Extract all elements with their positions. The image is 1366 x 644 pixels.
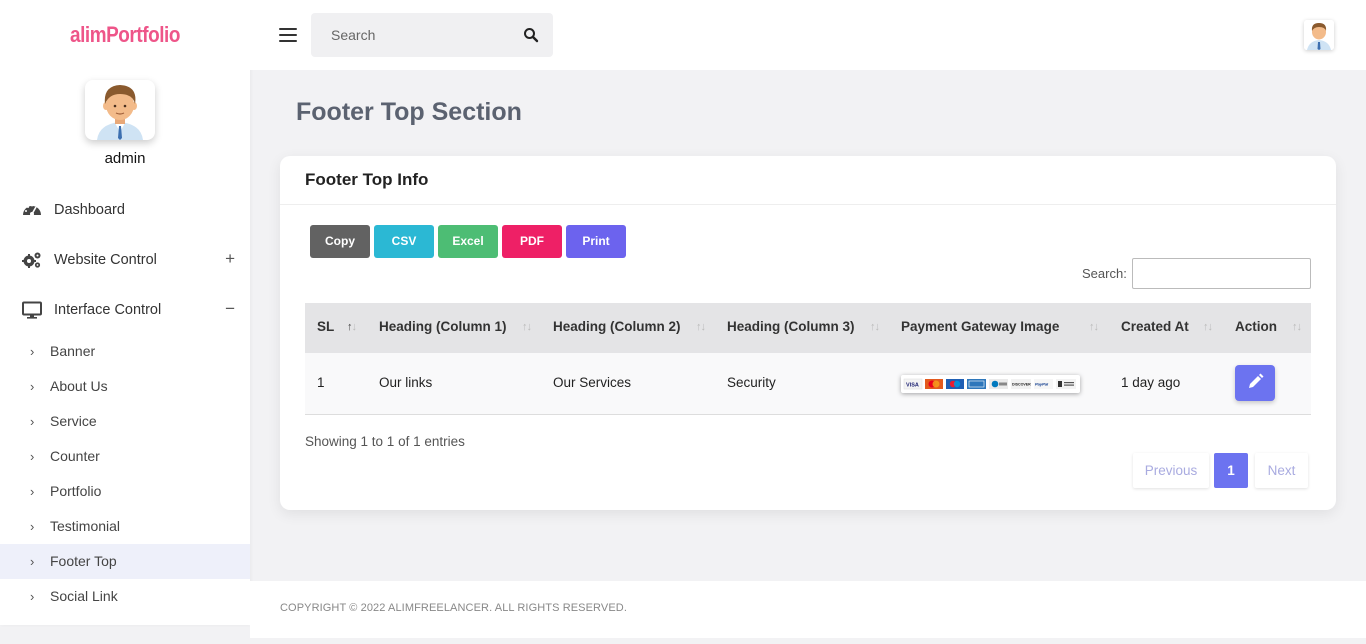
- pdf-button[interactable]: PDF: [502, 225, 562, 258]
- sidebar-item-label: Social Link: [50, 588, 118, 604]
- footer: COPYRIGHT © 2022 ALIMFREELANCER. ALL RIG…: [250, 581, 1366, 638]
- topbar: [250, 0, 1366, 70]
- sidebar-item-footer-top[interactable]: › Footer Top: [0, 544, 250, 579]
- sidebar-item-about-us[interactable]: › About Us: [0, 369, 250, 404]
- card-header: Footer Top Info: [280, 156, 1336, 205]
- sort-icon[interactable]: ↑↓: [1089, 321, 1099, 333]
- sidebar-item-counter[interactable]: › Counter: [0, 439, 250, 474]
- user-avatar-icon: [1304, 20, 1334, 50]
- sidebar-item-interface-control[interactable]: Interface Control −: [0, 290, 250, 330]
- payment-gateway-image: VISA DISCOVER PayPal: [901, 375, 1080, 393]
- svg-text:DISCOVER: DISCOVER: [1012, 383, 1031, 387]
- column-header-heading-2[interactable]: Heading (Column 2): [553, 319, 681, 334]
- user-avatar-icon: [97, 85, 143, 140]
- collapse-icon[interactable]: −: [225, 299, 235, 319]
- footer-top-card: Footer Top Info Copy CSV Excel PDF Print…: [280, 156, 1336, 510]
- expand-icon[interactable]: +: [225, 249, 235, 269]
- copyright-text: COPYRIGHT © 2022 ALIMFREELANCER. ALL RIG…: [280, 602, 627, 614]
- sidebar-item-portfolio[interactable]: › Portfolio: [0, 474, 250, 509]
- cell-sl: 1: [317, 375, 325, 390]
- excel-button[interactable]: Excel: [438, 225, 498, 258]
- sort-icon[interactable]: ↑↓: [522, 321, 532, 333]
- brand-logo[interactable]: alimPortfolio: [18, 22, 233, 48]
- sidebar-item-label: Footer Top: [50, 553, 117, 569]
- svg-text:PayPal: PayPal: [1035, 382, 1049, 387]
- column-header-heading-1[interactable]: Heading (Column 1): [379, 319, 507, 334]
- user-menu-avatar[interactable]: [1304, 20, 1334, 50]
- sidebar-item-label: Website Control: [54, 252, 157, 268]
- menu-toggle-icon[interactable]: [279, 28, 297, 42]
- sidebar-item-label: About Us: [50, 378, 108, 394]
- admin-name: admin: [104, 150, 146, 167]
- card-title: Footer Top Info: [305, 170, 429, 189]
- chevron-right-icon: ›: [30, 484, 35, 499]
- sidebar-item-label: Interface Control: [54, 302, 162, 318]
- pencil-icon: [1249, 373, 1264, 388]
- chevron-right-icon: ›: [30, 379, 35, 394]
- pagination-previous[interactable]: Previous: [1133, 453, 1209, 488]
- sidebar-item-social-link[interactable]: › Social Link: [0, 579, 250, 614]
- cell-heading-2: Our Services: [553, 375, 632, 390]
- copy-button[interactable]: Copy: [310, 225, 370, 258]
- column-header-sl[interactable]: SL: [317, 319, 334, 334]
- column-header-heading-3[interactable]: Heading (Column 3): [727, 319, 855, 334]
- sort-icon[interactable]: ↑↓: [1292, 321, 1302, 333]
- edit-button[interactable]: [1235, 365, 1275, 401]
- column-header-created-at[interactable]: Created At: [1121, 319, 1189, 334]
- chevron-right-icon: ›: [30, 414, 35, 429]
- pagination-page-1[interactable]: 1: [1214, 453, 1248, 488]
- sidebar-item-label: Counter: [50, 448, 100, 464]
- sidebar-item-testimonial[interactable]: › Testimonial: [0, 509, 250, 544]
- sidebar-item-label: Banner: [50, 343, 96, 359]
- sidebar-item-banner[interactable]: › Banner: [0, 334, 250, 369]
- chevron-right-icon: ›: [30, 449, 35, 464]
- sidebar: alimPortfolio admin Dashboard Website Co…: [0, 0, 250, 625]
- cell-created-at: 1 day ago: [1121, 375, 1181, 390]
- search-input[interactable]: [311, 13, 511, 57]
- sidebar-item-dashboard[interactable]: Dashboard: [0, 190, 250, 230]
- column-header-action[interactable]: Action: [1235, 319, 1277, 334]
- table-header: SL ↑↓ Heading (Column 1) ↑↓ Heading (Col…: [305, 303, 1311, 353]
- sidebar-item-label: Portfolio: [50, 483, 102, 499]
- print-button[interactable]: Print: [566, 225, 626, 258]
- sidebar-item-label: Service: [50, 413, 97, 429]
- table-info: Showing 1 to 1 of 1 entries: [305, 434, 465, 449]
- page-title: Footer Top Section: [296, 98, 522, 126]
- gauge-icon: [22, 201, 42, 219]
- search-icon[interactable]: [523, 27, 539, 43]
- table-search-input[interactable]: [1132, 258, 1311, 289]
- sort-icon[interactable]: ↑↓: [1203, 321, 1213, 333]
- cell-heading-3: Security: [727, 375, 776, 390]
- cell-heading-1: Our links: [379, 375, 433, 390]
- search-box: [311, 13, 553, 57]
- sidebar-item-label: Testimonial: [50, 518, 121, 534]
- column-header-payment-image[interactable]: Payment Gateway Image: [901, 319, 1059, 334]
- chevron-right-icon: ›: [30, 589, 35, 604]
- sidebar-item-website-control[interactable]: Website Control +: [0, 240, 250, 280]
- sidebar-item-service[interactable]: › Service: [0, 404, 250, 439]
- table-row: 1 Our links Our Services Security VISA D…: [305, 353, 1311, 415]
- table-search-label: Search:: [1082, 266, 1127, 281]
- sort-asc-icon[interactable]: ↑↓: [347, 321, 357, 333]
- chevron-right-icon: ›: [30, 554, 35, 569]
- chevron-right-icon: ›: [30, 344, 35, 359]
- pagination-next[interactable]: Next: [1255, 453, 1308, 488]
- gears-icon: [22, 251, 42, 269]
- sort-icon[interactable]: ↑↓: [696, 321, 706, 333]
- avatar: [85, 80, 155, 140]
- chevron-right-icon: ›: [30, 519, 35, 534]
- svg-text:VISA: VISA: [906, 383, 919, 389]
- monitor-icon: [22, 301, 42, 319]
- csv-button[interactable]: CSV: [374, 225, 434, 258]
- sort-icon[interactable]: ↑↓: [870, 321, 880, 333]
- sidebar-item-label: Dashboard: [54, 202, 125, 218]
